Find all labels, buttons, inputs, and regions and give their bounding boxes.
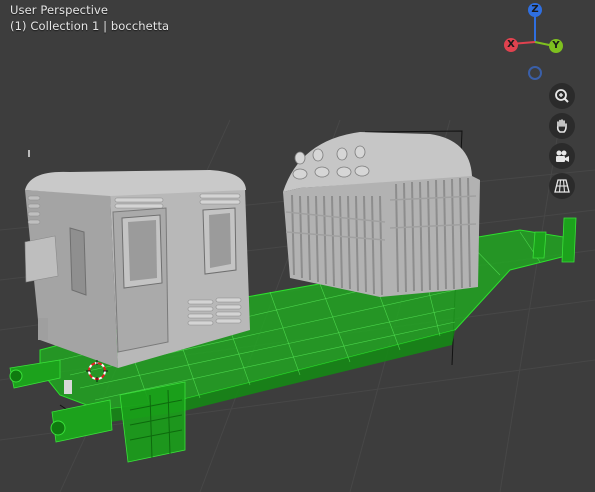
gizmo-neg-z-axis[interactable]: [528, 66, 542, 80]
pan-button[interactable]: [549, 113, 575, 139]
gizmo-y-label: Y: [552, 40, 560, 51]
camera-icon: [556, 150, 569, 162]
navigation-gizmo[interactable]: Z X Y: [495, 0, 575, 85]
ortho-toggle-button[interactable]: [549, 173, 575, 199]
zoom-button[interactable]: [549, 83, 575, 109]
zoom-icon: [555, 89, 569, 103]
gizmo-x-label: X: [507, 39, 515, 50]
grid-icon: [554, 179, 570, 193]
transformer-model[interactable]: [283, 132, 480, 297]
gizmo-z-axis[interactable]: Z: [528, 3, 542, 17]
gizmo-y-axis[interactable]: Y: [549, 39, 563, 53]
view-mode-label: User Perspective: [10, 3, 109, 17]
empty-marker: [28, 150, 30, 157]
3d-viewport[interactable]: User Perspective (1) Collection 1 | bocc…: [0, 0, 595, 492]
hand-icon: [556, 119, 567, 133]
gizmo-x-axis[interactable]: X: [504, 38, 518, 52]
gizmo-z-label: Z: [531, 4, 539, 15]
camera-view-button[interactable]: [549, 143, 575, 169]
view-info-label: (1) Collection 1 | bocchetta: [10, 19, 170, 33]
